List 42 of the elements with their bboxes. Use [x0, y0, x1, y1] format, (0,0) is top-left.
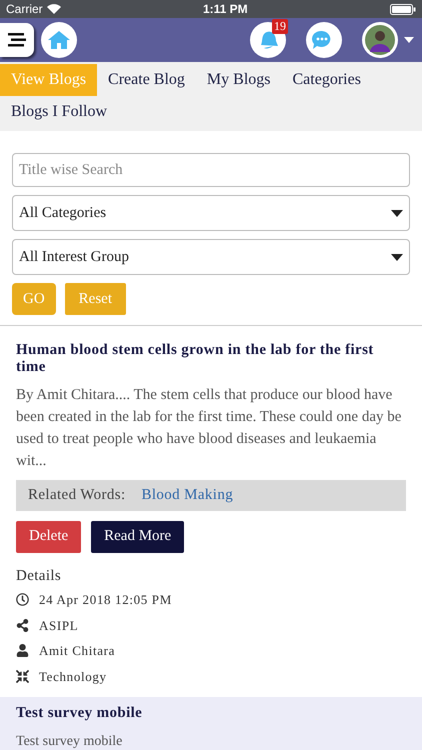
tab[interactable]: My Blogs	[196, 64, 282, 96]
chat-button[interactable]	[306, 22, 342, 58]
notification-badge: 19	[272, 19, 288, 34]
compress-icon	[16, 670, 29, 683]
detail-text: Technology	[39, 668, 107, 686]
search-field[interactable]: Title wise Search	[12, 153, 410, 187]
detail-text: ASIPL	[39, 616, 78, 634]
read-more-button[interactable]: Read More	[91, 520, 184, 552]
delete-button[interactable]: Delete	[16, 520, 82, 552]
detail-text: Amit Chitara	[39, 642, 116, 660]
status-time: 1:11 PM	[202, 1, 248, 18]
share-icon	[16, 618, 29, 632]
battery-icon	[390, 4, 416, 14]
post-excerpt: By Amit Chitara.... The stem cells that produce our blood have been created in the lab for the first time. These could one day be used to treat people who have blood diseases and leukaemia wit...	[16, 386, 402, 471]
detail-text: 24 Apr 2018 12:05 PM	[39, 591, 172, 609]
tab[interactable]: Categories	[282, 64, 372, 96]
post-excerpt: Test survey mobile	[16, 734, 124, 750]
person-icon	[16, 644, 29, 658]
caret-icon	[404, 37, 414, 43]
tab[interactable]: Blogs I Follow	[0, 96, 118, 128]
dropdown[interactable]: All Interest Group	[12, 239, 410, 275]
caret-icon	[391, 210, 403, 216]
wifi-icon	[46, 4, 61, 14]
notifications-button[interactable]	[250, 22, 286, 58]
related-word-link[interactable]: Blood Making	[142, 484, 234, 506]
related-words-label: Related Words:	[28, 486, 126, 505]
clock-icon	[16, 593, 29, 606]
avatar	[362, 22, 398, 58]
dropdown-value: All Categories	[19, 204, 106, 223]
menu-icon	[8, 33, 26, 47]
post-title[interactable]: Human blood stem cells grown in the lab for the first time	[16, 342, 406, 376]
carrier-label: Carrier	[6, 1, 43, 18]
post-title[interactable]: Test survey mobile	[16, 705, 406, 722]
menu-button[interactable]	[0, 23, 34, 57]
tab[interactable]: Create Blog	[97, 64, 196, 96]
dropdown[interactable]: All Categories	[12, 195, 410, 231]
dropdown-value: All Interest Group	[19, 248, 129, 267]
details-heading: Details	[16, 566, 62, 586]
caret-icon	[391, 254, 403, 260]
home-icon	[48, 31, 70, 49]
profile-button[interactable]	[362, 22, 414, 58]
home-button[interactable]	[41, 22, 77, 58]
